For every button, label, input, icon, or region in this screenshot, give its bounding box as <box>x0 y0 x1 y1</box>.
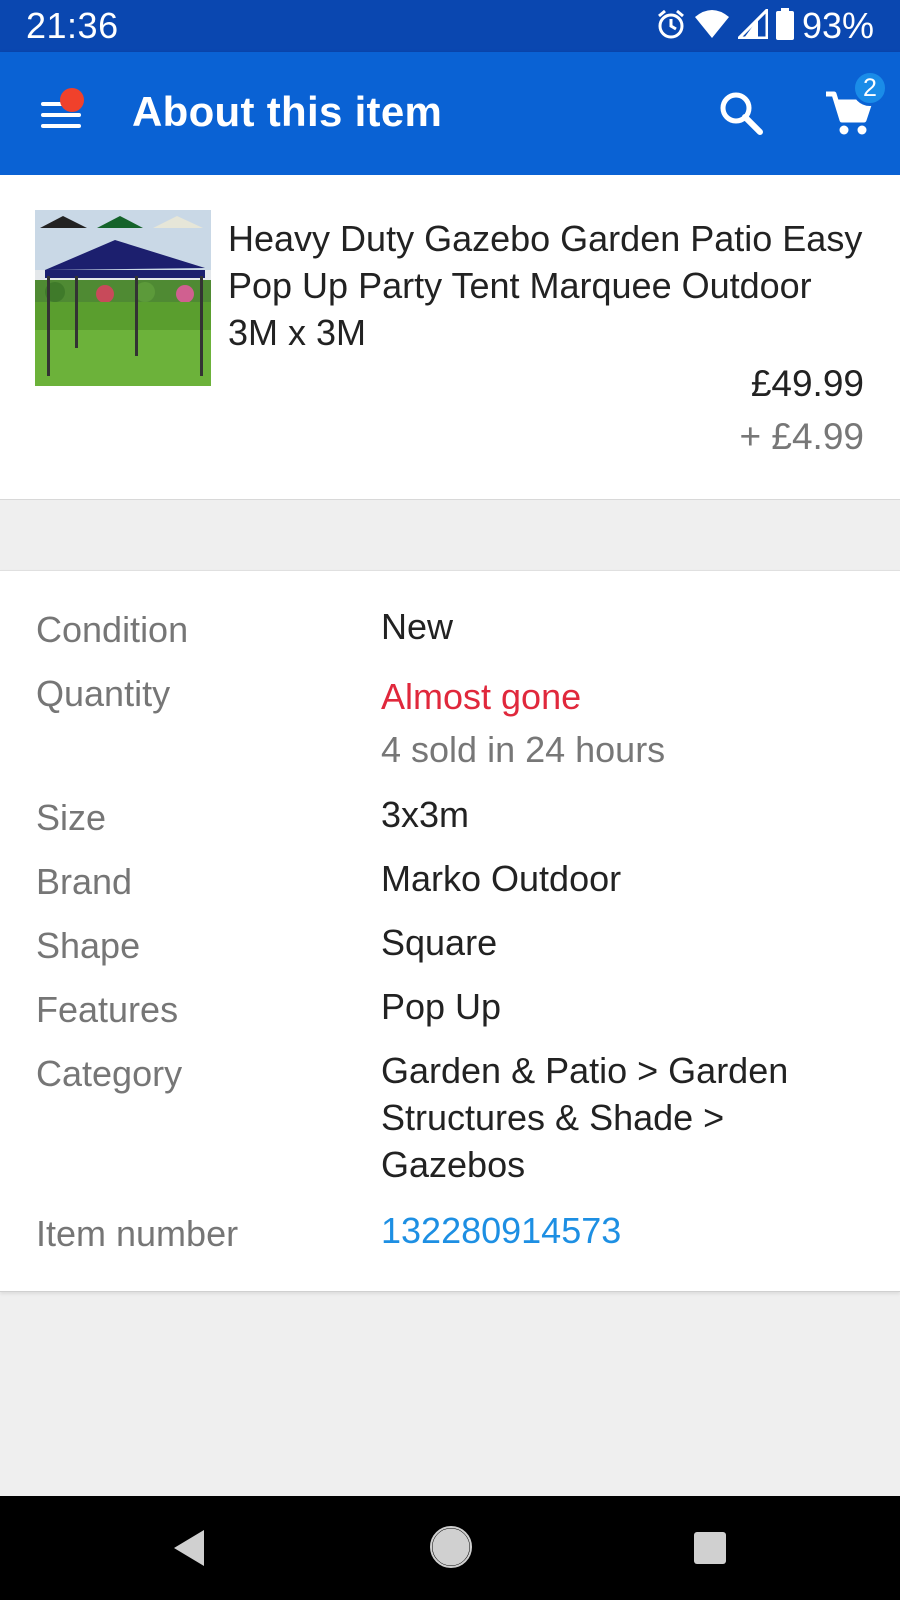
product-price: £49.99 <box>750 363 864 404</box>
recents-icon <box>694 1532 726 1564</box>
home-icon <box>430 1526 472 1568</box>
quantity-value: Almost gone <box>381 676 582 717</box>
quantity-sold: 4 sold in 24 hours <box>381 729 666 770</box>
condition-value: New <box>381 606 454 647</box>
home-button[interactable] <box>430 1526 472 1568</box>
shape-value: Square <box>381 922 498 963</box>
battery-icon <box>775 7 794 45</box>
category-value: Garden & Patio > Garden Structures & Sha… <box>381 1050 789 1185</box>
recents-button[interactable] <box>693 1531 727 1565</box>
search-button[interactable] <box>718 90 764 136</box>
product-summary[interactable]: Heavy Duty Gazebo Garden Patio Easy Pop … <box>0 175 900 500</box>
status-time: 21:36 <box>26 5 119 46</box>
condition-label: Condition <box>36 609 189 650</box>
features-value: Pop Up <box>381 986 502 1027</box>
signal-icon <box>735 5 769 44</box>
battery-percent: 93% <box>801 5 874 46</box>
back-icon <box>174 1530 204 1566</box>
shipping-cost: + £4.99 <box>739 416 864 457</box>
product-title: Heavy Duty Gazebo Garden Patio Easy Pop … <box>228 218 863 353</box>
alarm-icon <box>656 8 686 45</box>
size-value: 3x3m <box>381 794 470 835</box>
app-bar: About this item 2 <box>0 52 900 175</box>
shape-label: Shape <box>36 925 141 966</box>
item-specifics: Condition New Quantity Almost gone 4 sol… <box>0 570 900 1292</box>
features-label: Features <box>36 989 179 1030</box>
product-image[interactable] <box>35 210 211 386</box>
wifi-icon <box>694 9 730 44</box>
notification-dot <box>60 88 84 112</box>
cart-count-badge: 2 <box>852 70 888 106</box>
brand-value: Marko Outdoor <box>381 858 622 899</box>
back-button[interactable] <box>170 1526 210 1570</box>
status-bar: 21:36 93% <box>0 0 900 52</box>
item-number-link[interactable]: 132280914573 <box>381 1207 881 1254</box>
size-label: Size <box>36 797 107 838</box>
status-icons: 93% <box>656 5 874 47</box>
page-title: About this item <box>132 88 443 135</box>
quantity-label: Quantity <box>36 673 171 714</box>
category-label: Category <box>36 1053 183 1094</box>
search-icon <box>720 92 763 135</box>
system-nav-bar <box>0 1496 900 1600</box>
item-number-label: Item number <box>36 1213 239 1254</box>
brand-label: Brand <box>36 861 133 902</box>
